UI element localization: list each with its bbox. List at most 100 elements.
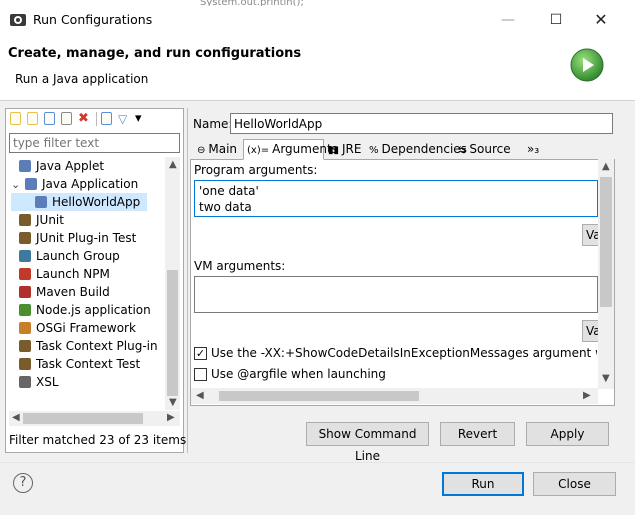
scroll-right-icon[interactable]: ▶ — [583, 390, 591, 401]
tree-item-label: XSL — [36, 375, 59, 389]
tree-item[interactable]: HelloWorldApp — [11, 193, 147, 211]
header-subtitle: Run a Java application — [15, 72, 149, 86]
tree-item[interactable]: Java Applet — [11, 157, 163, 175]
tab-source[interactable]: ⇆ Source — [454, 139, 523, 159]
close-window-button[interactable]: ✕ — [586, 8, 616, 32]
footer-divider — [0, 462, 635, 463]
xsl-icon — [19, 376, 31, 388]
java-app-icon — [25, 178, 37, 190]
tree-item[interactable]: Task Context Test — [11, 355, 163, 373]
background-editor-code: System.out.println(); — [200, 0, 304, 6]
view-menu-icon[interactable]: ▾ — [135, 112, 149, 126]
minimize-button[interactable]: — — [493, 8, 523, 32]
revert-button[interactable]: Revert — [440, 422, 515, 446]
tree-item[interactable]: JUnit Plug-in Test — [11, 229, 163, 247]
delete-icon[interactable]: ✖ — [78, 112, 92, 126]
program-args-label: Program arguments: — [194, 163, 318, 177]
scroll-down-icon[interactable]: ▼ — [169, 397, 177, 408]
npm-icon — [19, 268, 31, 280]
tree-item-label: JUnit — [36, 213, 64, 227]
close-button[interactable]: Close — [533, 472, 616, 496]
tree-item[interactable]: Task Context Plug-in — [11, 337, 163, 355]
tree-item[interactable]: ⌄ Java Application — [11, 175, 163, 193]
maximize-button[interactable]: ☐ — [541, 8, 571, 32]
tab-jre[interactable]: ▮▮ JRE — [324, 139, 365, 159]
source-tab-icon: ⇆ — [458, 145, 467, 156]
panel-sash[interactable] — [187, 108, 188, 453]
tree-item[interactable]: OSGi Framework — [11, 319, 163, 337]
duplicate-icon[interactable] — [61, 112, 72, 125]
scrollbar-thumb[interactable] — [23, 413, 143, 424]
args-horizontal-scrollbar[interactable]: ◀ ▶ — [191, 388, 598, 404]
run-config-window-icon — [10, 14, 26, 26]
tree-item-label: Node.js application — [36, 303, 151, 317]
apply-button[interactable]: Apply — [526, 422, 609, 446]
tree-item-label: Task Context Plug-in — [36, 339, 158, 353]
tree-item[interactable]: Launch Group — [11, 247, 163, 265]
tree-item-label: Maven Build — [36, 285, 110, 299]
tabs-overflow-button[interactable]: »₃ — [523, 139, 543, 159]
vm-args-textarea[interactable] — [194, 276, 598, 313]
nodejs-icon — [19, 304, 31, 316]
tree-item-label: Launch NPM — [36, 267, 110, 281]
header-title: Create, manage, and run configurations — [8, 46, 302, 61]
scroll-left-icon[interactable]: ◀ — [12, 412, 20, 423]
run-button[interactable]: Run — [442, 472, 524, 496]
config-tree: Java Applet ⌄ Java Application HelloWorldAp… — [11, 157, 163, 391]
osgi-icon — [19, 322, 31, 334]
show-command-line-button[interactable]: Show Command Line — [306, 422, 429, 463]
tree-horizontal-scrollbar[interactable]: ◀ ▶ — [9, 411, 180, 426]
program-args-textarea[interactable]: 'one data' two data — [194, 180, 598, 217]
tree-item[interactable]: JUnit — [11, 211, 163, 229]
java-app-icon — [35, 196, 47, 208]
show-code-details-checkbox[interactable]: ✓ — [194, 347, 207, 360]
java-applet-icon — [19, 160, 31, 172]
scroll-left-icon[interactable]: ◀ — [196, 390, 204, 401]
run-play-icon — [570, 48, 604, 82]
toolbar-separator — [96, 112, 97, 126]
tab-label: Main — [208, 142, 238, 156]
launch-group-icon — [19, 250, 31, 262]
scrollbar-thumb[interactable] — [219, 391, 419, 401]
name-label: Name: — [193, 117, 233, 131]
collapse-all-icon[interactable] — [101, 112, 112, 125]
chevron-down-icon[interactable]: ⌄ — [11, 176, 25, 194]
show-code-details-label: Use the -XX:+ShowCodeDetailsInExceptionM… — [211, 346, 597, 360]
tab-dependencies[interactable]: % Dependencies — [365, 139, 467, 159]
scroll-up-icon[interactable]: ▲ — [602, 161, 610, 172]
tree-item-label: HelloWorldApp — [52, 195, 141, 209]
junit-plugin-icon — [19, 232, 31, 244]
tree-item[interactable]: Maven Build — [11, 283, 163, 301]
maven-icon — [19, 286, 31, 298]
tree-item[interactable]: Launch NPM — [11, 265, 163, 283]
main-tab-icon: ⊖ — [197, 145, 206, 156]
config-name-input[interactable] — [230, 113, 613, 134]
new-prototype-icon[interactable] — [27, 112, 38, 125]
task-context-plugin-icon — [19, 340, 31, 352]
tree-item-label: OSGi Framework — [36, 321, 136, 335]
dependencies-tab-icon: % — [369, 145, 379, 156]
junit-icon — [19, 214, 31, 226]
scroll-down-icon[interactable]: ▼ — [602, 373, 610, 384]
window-title: Run Configurations — [33, 12, 153, 27]
tree-vertical-scrollbar[interactable]: ▲ ▼ — [165, 157, 180, 410]
tree-item[interactable]: XSL — [11, 373, 163, 391]
filter-input[interactable] — [9, 133, 180, 153]
args-vertical-scrollbar[interactable]: ▲ ▼ — [598, 159, 614, 389]
tab-arguments[interactable]: (x)= Arguments — [243, 139, 338, 160]
scrollbar-thumb[interactable] — [600, 177, 612, 307]
tab-label: JRE — [342, 142, 362, 156]
new-config-icon[interactable] — [10, 112, 21, 125]
filter-icon[interactable]: ▽ — [118, 112, 132, 126]
scroll-right-icon[interactable]: ▶ — [167, 412, 175, 423]
tab-main[interactable]: ⊖ Main — [193, 139, 242, 159]
tab-label: Source — [469, 142, 511, 156]
help-icon[interactable]: ? — [13, 473, 33, 493]
scroll-up-icon[interactable]: ▲ — [169, 159, 177, 170]
vm-args-label: VM arguments: — [194, 259, 286, 273]
argfile-checkbox[interactable] — [194, 368, 207, 381]
tree-item-label: Launch Group — [36, 249, 120, 263]
scrollbar-thumb[interactable] — [167, 270, 178, 396]
tree-item[interactable]: Node.js application — [11, 301, 163, 319]
export-icon[interactable] — [44, 112, 55, 125]
